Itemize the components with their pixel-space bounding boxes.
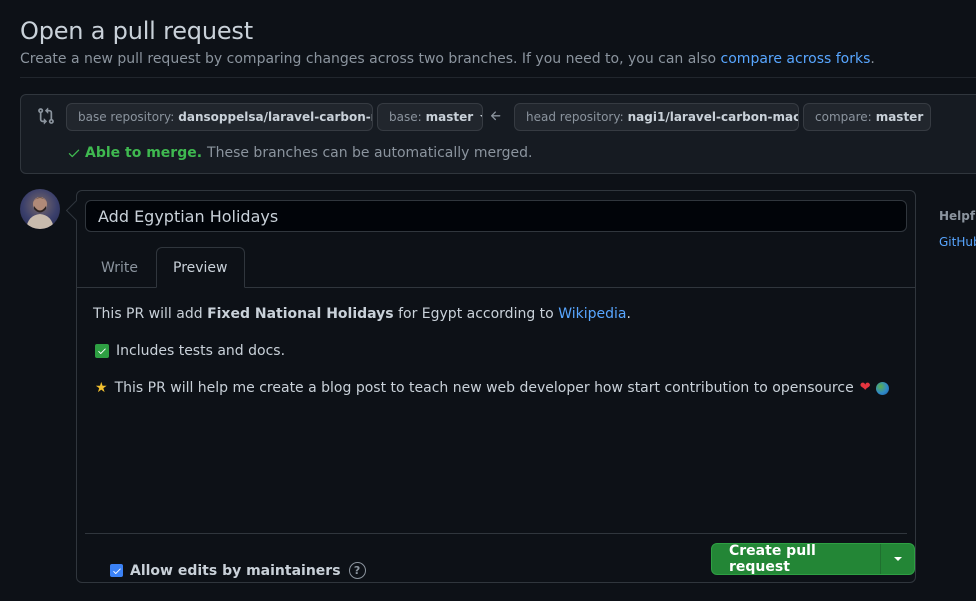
compare-across-forks-link[interactable]: compare across forks xyxy=(721,51,871,67)
question-icon[interactable]: ? xyxy=(348,562,366,579)
subtitle-end: . xyxy=(870,51,875,67)
preview-bold: Fixed National Holidays xyxy=(207,306,394,322)
editor-bottom-divider xyxy=(85,533,907,534)
avatar[interactable] xyxy=(20,189,60,229)
subtitle-text: Create a new pull request by comparing c… xyxy=(20,51,721,67)
github-community-link[interactable]: GitHub xyxy=(939,235,976,249)
preview-text: for Egypt according to xyxy=(398,306,554,322)
compare-branch-label: compare: xyxy=(815,110,872,124)
base-repository-select[interactable]: base repository: dansoppelsa/laravel-car… xyxy=(66,103,373,131)
allow-edits-checkbox[interactable] xyxy=(110,564,123,577)
head-repository-value: nagi1/laravel-carbon-macros xyxy=(627,110,798,124)
pull-request-page: Open a pull request Create a new pull re… xyxy=(0,0,976,601)
preview-text: This PR will add xyxy=(93,306,203,322)
check-icon xyxy=(68,149,80,158)
helpful-resources-heading: Helpfu xyxy=(939,209,976,223)
head-repository-select[interactable]: head repository: nagi1/laravel-carbon-ma… xyxy=(514,103,799,131)
head-repository-label: head repository: xyxy=(526,110,624,124)
globe-icon xyxy=(875,381,889,395)
preview-content: This PR will add Fixed National Holidays… xyxy=(93,304,903,415)
preview-line-1: This PR will add Fixed National Holidays… xyxy=(93,304,903,324)
tab-write[interactable]: Write xyxy=(85,247,154,288)
create-options-dropdown[interactable] xyxy=(880,544,914,574)
base-branch-value: master xyxy=(425,110,474,124)
tab-preview[interactable]: Preview xyxy=(156,247,245,288)
header-divider xyxy=(20,77,976,78)
preview-text: This PR will help me create a blog post … xyxy=(114,380,854,396)
merge-ok-text: Able to merge. xyxy=(85,145,203,161)
allow-edits-option[interactable]: Allow edits by maintainers ? xyxy=(110,562,366,579)
chevron-down-icon xyxy=(930,115,931,119)
base-repository-label: base repository: xyxy=(78,110,175,124)
star-icon: ★ xyxy=(95,380,108,396)
preview-text: Includes tests and docs. xyxy=(116,343,286,359)
user-avatar-icon xyxy=(26,197,54,229)
pr-title-input[interactable]: Add Egyptian Holidays xyxy=(85,200,907,232)
chevron-down-icon xyxy=(480,115,482,119)
git-compare-icon xyxy=(38,107,54,125)
allow-edits-label: Allow edits by maintainers xyxy=(130,562,341,579)
merge-message: These branches can be automatically merg… xyxy=(207,145,533,161)
check-mark-icon xyxy=(95,344,109,358)
preview-line-3: ★ This PR will help me create a blog pos… xyxy=(93,378,903,398)
base-repository-value: dansoppelsa/laravel-carbon-m... xyxy=(178,110,372,124)
checkbox-check-icon xyxy=(112,568,121,574)
create-pull-request-button[interactable]: Create pull request xyxy=(712,544,880,574)
heart-icon: ❤ xyxy=(859,380,871,395)
base-branch-label: base: xyxy=(389,110,422,124)
wikipedia-link[interactable]: Wikipedia xyxy=(558,304,626,324)
compare-branch-value: master xyxy=(875,110,924,124)
page-title: Open a pull request xyxy=(20,17,253,45)
page-subtitle: Create a new pull request by comparing c… xyxy=(20,51,875,67)
merge-status: Able to merge. These branches can be aut… xyxy=(67,145,533,161)
pull-request-form: Add Egyptian Holidays Write Preview This… xyxy=(76,190,916,583)
branch-range-editor: base repository: dansoppelsa/laravel-car… xyxy=(20,94,976,174)
preview-line-2: Includes tests and docs. xyxy=(93,341,903,361)
chevron-down-icon xyxy=(893,557,902,561)
compare-branch-select[interactable]: compare: master xyxy=(803,103,931,131)
preview-text: . xyxy=(626,306,631,322)
create-pull-request-button-group: Create pull request xyxy=(711,543,915,575)
arrow-left-icon xyxy=(490,111,501,121)
base-branch-select[interactable]: base: master xyxy=(377,103,483,131)
